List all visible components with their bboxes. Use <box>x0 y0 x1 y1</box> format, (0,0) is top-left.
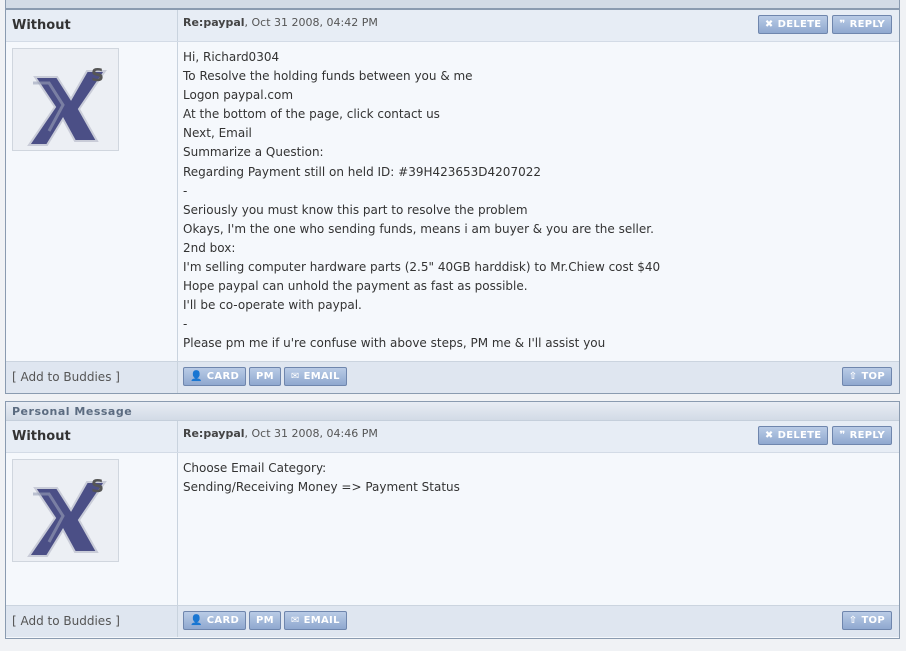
x-icon: ✖ <box>764 18 774 30</box>
x-logo-icon: S <box>13 460 118 561</box>
post-text-line: - <box>183 183 188 198</box>
post-body-row: S Hi, Richard0304 To Resolve the holding … <box>6 42 899 361</box>
quote-icon: ❞ <box>839 18 846 30</box>
post-text-line: I'll be co-operate with paypal. <box>183 298 362 313</box>
post-body-row: S Choose Email Category: Sending/Receivin… <box>6 453 899 605</box>
post-text-line: Regarding Payment still on held ID: #39H… <box>183 164 541 179</box>
post-text-line: Summarize a Question: <box>183 145 324 160</box>
author-name[interactable]: Without <box>6 10 178 41</box>
pm-label: PM <box>256 371 274 382</box>
envelope-icon: ✉ <box>290 614 300 626</box>
quote-icon: ❞ <box>839 429 846 441</box>
top-button[interactable]: ⇧ TOP <box>841 611 892 630</box>
post-content: Choose Email Category: Sending/Receiving … <box>178 453 899 605</box>
post-actions: ✖ DELETE ❞ REPLY <box>757 15 892 34</box>
author-panel: S <box>6 42 178 361</box>
add-to-buddies-cell: [ Add to Buddies ] <box>6 362 178 393</box>
previous-post-strip <box>5 0 900 9</box>
contact-actions: 👤 CARD PM ✉ EMAIL ⇧ TOP <box>178 362 899 393</box>
email-label: EMAIL <box>303 615 340 626</box>
post-subject: Re:paypal <box>183 16 245 29</box>
post-text-line: Please pm me if u're confuse with above … <box>183 336 606 351</box>
delete-label: DELETE <box>777 430 822 441</box>
delete-button[interactable]: ✖ DELETE <box>757 426 829 445</box>
author-panel: S <box>6 453 178 605</box>
post-date: , Oct 31 2008, 04:46 PM <box>244 427 378 440</box>
svg-text:S: S <box>91 476 104 497</box>
post-header-row: Without Re:paypal, Oct 31 2008, 04:46 PM… <box>6 421 899 453</box>
card-label: CARD <box>206 371 240 382</box>
post-subject: Re:paypal <box>183 427 245 440</box>
email-label: EMAIL <box>303 371 340 382</box>
post-date: , Oct 31 2008, 04:42 PM <box>244 16 378 29</box>
post-text-line: - <box>183 317 188 332</box>
post-text-line: Hi, Richard0304 <box>183 50 280 64</box>
pm-label: PM <box>256 615 274 626</box>
arrow-up-icon: ⇧ <box>848 614 858 626</box>
add-to-buddies-link[interactable]: [ Add to Buddies ] <box>12 370 120 384</box>
contact-actions: 👤 CARD PM ✉ EMAIL ⇧ TOP <box>178 606 899 637</box>
top-label: TOP <box>861 371 885 382</box>
post-header-row: Without Re:paypal, Oct 31 2008, 04:42 PM… <box>6 10 899 42</box>
user-icon: 👤 <box>190 370 203 382</box>
post-footer-row: [ Add to Buddies ] 👤 CARD PM ✉ EMAIL ⇧ TOP <box>6 605 899 637</box>
user-icon: 👤 <box>190 614 203 626</box>
post-meta-bar: Re:paypal, Oct 31 2008, 04:42 PM ✖ DELETE… <box>178 10 899 41</box>
post-meta-bar: Re:paypal, Oct 31 2008, 04:46 PM ✖ DELETE… <box>178 421 899 452</box>
post-footer-row: [ Add to Buddies ] 👤 CARD PM ✉ EMAIL ⇧ TOP <box>6 361 899 393</box>
post-text-line: Logon paypal.com <box>183 88 294 103</box>
post-meta: Re:paypal, Oct 31 2008, 04:42 PM <box>183 16 378 29</box>
post-meta: Re:paypal, Oct 31 2008, 04:46 PM <box>183 427 378 440</box>
reply-label: REPLY <box>849 19 885 30</box>
arrow-up-icon: ⇧ <box>848 370 858 382</box>
top-label: TOP <box>861 615 885 626</box>
x-icon: ✖ <box>764 429 774 441</box>
envelope-icon: ✉ <box>290 370 300 382</box>
pm-button[interactable]: PM <box>249 611 281 630</box>
post-text-line: At the bottom of the page, click contact… <box>183 107 440 122</box>
section-header: Personal Message <box>6 402 899 421</box>
avatar[interactable]: S <box>12 459 119 562</box>
add-to-buddies-cell: [ Add to Buddies ] <box>6 606 178 637</box>
post-content: Hi, Richard0304 To Resolve the holding fu… <box>178 42 899 361</box>
post-text-line: I'm selling computer hardware parts (2.5… <box>183 260 661 275</box>
post-2: Personal Message Without Re:paypal, Oct … <box>5 401 900 639</box>
post-text-line: Hope paypal can unhold the payment as fa… <box>183 279 528 294</box>
card-label: CARD <box>206 615 240 626</box>
post-text-line: To Resolve the holding funds between you… <box>183 69 473 84</box>
pm-button[interactable]: PM <box>249 367 281 386</box>
post-text-line: Seriously you must know this part to res… <box>183 202 528 217</box>
author-name[interactable]: Without <box>6 421 178 452</box>
email-button[interactable]: ✉ EMAIL <box>283 611 347 630</box>
post-1: Without Re:paypal, Oct 31 2008, 04:42 PM… <box>5 9 900 394</box>
card-button[interactable]: 👤 CARD <box>183 367 247 386</box>
email-button[interactable]: ✉ EMAIL <box>283 367 347 386</box>
card-button[interactable]: 👤 CARD <box>183 611 247 630</box>
reply-button[interactable]: ❞ REPLY <box>832 426 892 445</box>
top-button[interactable]: ⇧ TOP <box>841 367 892 386</box>
post-actions: ✖ DELETE ❞ REPLY <box>757 426 892 445</box>
post-text-line: Choose Email Category: <box>183 461 327 475</box>
post-text-line: Okays, I'm the one who sending funds, me… <box>183 221 654 236</box>
reply-button[interactable]: ❞ REPLY <box>832 15 892 34</box>
post-text-line: 2nd box: <box>183 240 236 255</box>
post-text-line: Sending/Receiving Money => Payment Statu… <box>183 480 460 495</box>
avatar[interactable]: S <box>12 48 119 151</box>
add-to-buddies-link[interactable]: [ Add to Buddies ] <box>12 614 120 628</box>
x-logo-icon: S <box>13 49 118 150</box>
reply-label: REPLY <box>849 430 885 441</box>
post-text-line: Next, Email <box>183 126 252 141</box>
delete-button[interactable]: ✖ DELETE <box>757 15 829 34</box>
svg-text:S: S <box>91 65 104 86</box>
delete-label: DELETE <box>777 19 822 30</box>
